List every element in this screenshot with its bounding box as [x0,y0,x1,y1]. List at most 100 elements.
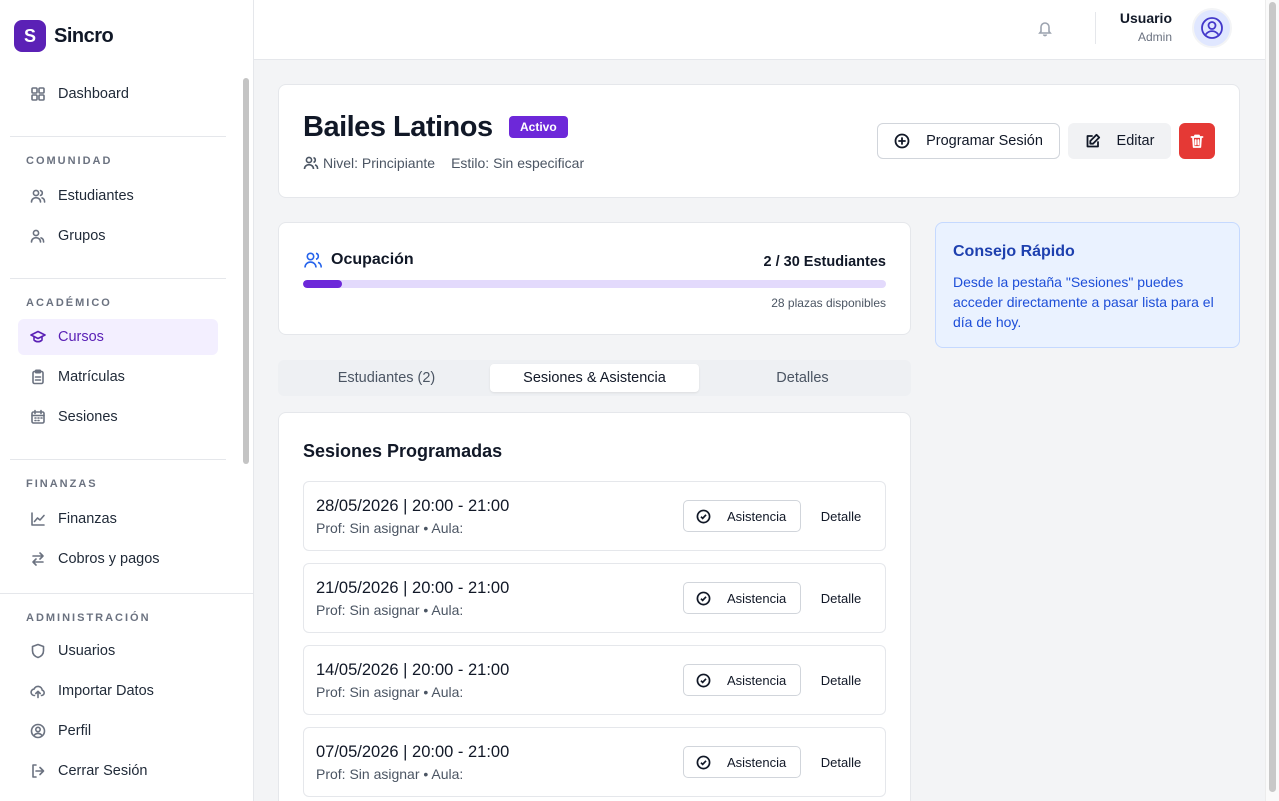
topbar: Usuario Admin [254,0,1265,60]
session-info: Prof: Sin asignar • Aula: [316,520,464,536]
user-circle-icon [30,723,46,739]
schedule-session-button[interactable]: Programar Sesión [877,123,1060,159]
course-header-card: Bailes Latinos Activo Nivel: Principiant… [278,84,1240,198]
tip-title: Consejo Rápido [953,243,1075,260]
sessions-card: Sesiones Programadas 28/05/2026 | 20:00 … [278,412,911,801]
sidebar-item-finanzas[interactable]: Finanzas [18,501,218,537]
avatar[interactable] [1192,8,1232,48]
brand-name: Sincro [54,24,114,47]
bell-icon[interactable] [1036,19,1054,37]
user-role: Admin [1137,30,1172,44]
sidebar-scrollbar[interactable] [242,76,250,592]
sidebar-item-cerrar-sesion[interactable]: Cerrar Sesión [18,753,218,789]
clipboard-icon [30,369,46,385]
user-name: Usuario [1119,10,1172,26]
page-scrollbar[interactable] [1265,0,1279,801]
detail-button[interactable]: Detalle [809,664,873,696]
session-datetime: 21/05/2026 | 20:00 - 21:00 [316,579,510,597]
sidebar-item-cobros[interactable]: Cobros y pagos [18,541,218,577]
session-row: 07/05/2026 | 20:00 - 21:00 Prof: Sin asi… [303,727,886,797]
divider [10,459,226,460]
sidebar-item-sesiones[interactable]: Sesiones [18,399,218,435]
detail-button[interactable]: Detalle [809,500,873,532]
attendance-button[interactable]: Asistencia [683,664,801,696]
tab-detalles[interactable]: Detalles [698,364,907,392]
session-datetime: 14/05/2026 | 20:00 - 21:00 [316,661,510,679]
page-title: Bailes Latinos [303,111,493,143]
sidebar-item-grupos[interactable]: Grupos [18,218,218,254]
course-tabs: Estudiantes (2) Sesiones & Asistencia De… [278,360,911,396]
sidebar-item-label: Dashboard [58,86,129,102]
occupancy-card: Ocupación 2 / 30 Estudiantes 28 plazas d… [278,222,911,335]
session-info: Prof: Sin asignar • Aula: [316,766,464,782]
attendance-button[interactable]: Asistencia [683,582,801,614]
session-info: Prof: Sin asignar • Aula: [316,602,464,618]
sidebar-item-cursos[interactable]: Cursos [18,319,218,355]
sidebar-item-label: Cursos [58,329,104,345]
section-label-administracion: ADMINISTRACIÓN [26,612,151,624]
page-scrollbar-thumb[interactable] [1269,2,1276,792]
brand[interactable]: S Sincro [14,20,114,52]
delete-button[interactable] [1179,123,1215,159]
users-icon [304,252,322,268]
sidebar-item-label: Importar Datos [58,683,154,699]
sidebar-item-label: Cerrar Sesión [58,763,148,779]
attendance-label: Asistencia [727,672,787,688]
status-badge: Activo [509,116,568,138]
plus-circle-icon [894,133,910,149]
sidebar-item-usuarios[interactable]: Usuarios [18,633,218,669]
sidebar-item-perfil[interactable]: Perfil [18,713,218,749]
graduation-cap-icon [30,329,46,345]
shield-icon [30,643,46,659]
calendar-icon [30,409,46,425]
attendance-label: Asistencia [727,754,787,770]
course-meta: Nivel: Principiante Estilo: Sin especifi… [303,155,584,171]
sidebar-item-label: Matrículas [58,369,125,385]
sidebar-item-label: Finanzas [58,511,117,527]
attendance-button[interactable]: Asistencia [683,500,801,532]
attendance-label: Asistencia [727,508,787,524]
tab-estudiantes[interactable]: Estudiantes (2) [282,364,491,392]
occupancy-label: Ocupación [331,251,414,268]
check-circle-icon [696,509,711,523]
edit-icon [1086,133,1100,148]
schedule-session-label: Programar Sesión [926,133,1043,149]
session-info: Prof: Sin asignar • Aula: [316,684,464,700]
divider [10,136,226,137]
sidebar-item-matriculas[interactable]: Matrículas [18,359,218,395]
session-row: 14/05/2026 | 20:00 - 21:00 Prof: Sin asi… [303,645,886,715]
sidebar: S Sincro Dashboard COMUNIDAD Estudiantes… [0,0,254,801]
edit-button[interactable]: Editar [1068,123,1171,159]
check-circle-icon [696,591,711,605]
session-row: 21/05/2026 | 20:00 - 21:00 Prof: Sin asi… [303,563,886,633]
session-datetime: 07/05/2026 | 20:00 - 21:00 [316,743,510,761]
check-circle-icon [696,673,711,687]
sidebar-item-importar[interactable]: Importar Datos [18,673,218,709]
detail-button[interactable]: Detalle [809,746,873,778]
tip-text: Desde la pestaña "Sesiones" puedes acced… [953,274,1214,330]
detail-button[interactable]: Detalle [809,582,873,614]
occupancy-available: 28 plazas disponibles [771,296,886,310]
sidebar-item-estudiantes[interactable]: Estudiantes [18,178,218,214]
attendance-button[interactable]: Asistencia [683,746,801,778]
occupancy-count: 2 / 30 Estudiantes [763,254,887,270]
sidebar-item-dashboard[interactable]: Dashboard [18,76,218,112]
section-label-academico: ACADÉMICO [26,297,112,309]
users-icon [30,188,46,204]
grid-icon [30,86,46,102]
sidebar-item-label: Sesiones [58,409,118,425]
sessions-title: Sesiones Programadas [303,441,503,461]
sidebar-item-label: Grupos [58,228,106,244]
section-label-finanzas: FINANZAS [26,478,98,490]
session-row: 28/05/2026 | 20:00 - 21:00 Prof: Sin asi… [303,481,886,551]
cloud-upload-icon [30,683,46,699]
user-circle-icon [1201,17,1223,39]
sidebar-item-label: Perfil [58,723,92,739]
tab-sesiones-asistencia[interactable]: Sesiones & Asistencia [490,364,699,392]
session-datetime: 28/05/2026 | 20:00 - 21:00 [316,497,510,515]
occupancy-title: Ocupación [303,250,414,270]
line-chart-icon [30,511,46,527]
sidebar-scrollbar-thumb[interactable] [243,78,249,464]
divider [10,278,226,279]
course-level: Nivel: Principiante [323,155,436,171]
